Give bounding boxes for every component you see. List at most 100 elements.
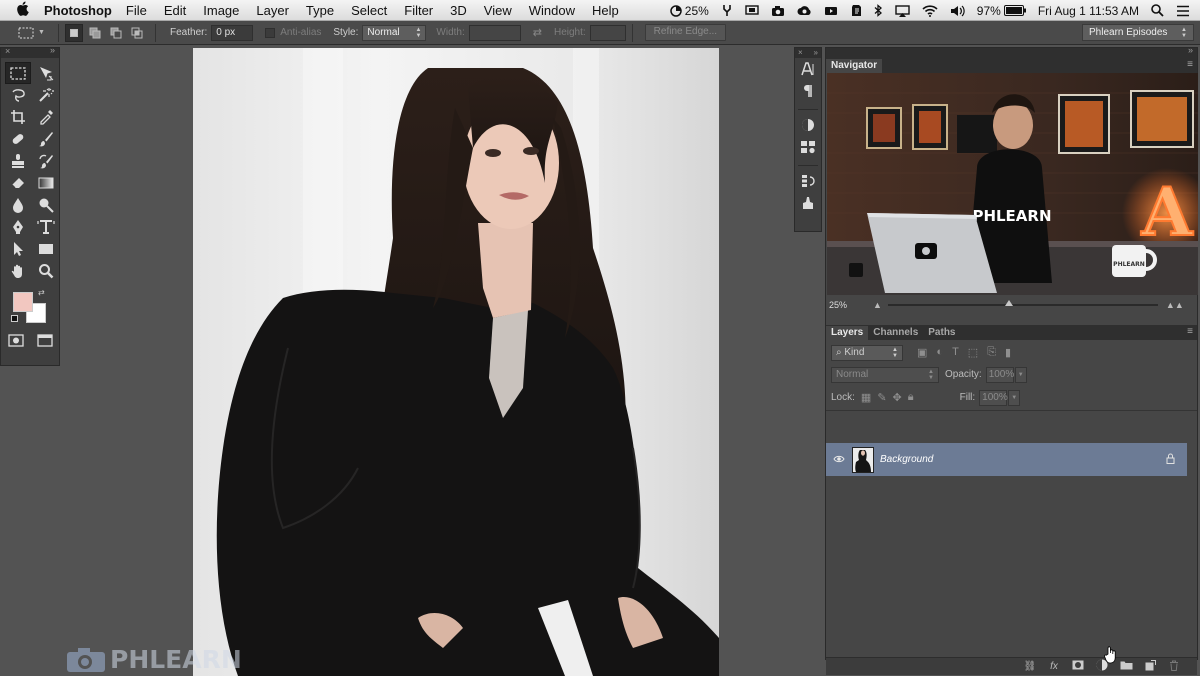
spotlight-search-icon[interactable] <box>1151 4 1164 17</box>
rectangular-marquee-tool[interactable] <box>5 62 31 84</box>
panel-menu-icon[interactable]: ≡ <box>1187 59 1193 70</box>
magic-wand-tool[interactable] <box>33 84 59 106</box>
eraser-tool[interactable] <box>5 172 31 194</box>
notification-center-icon[interactable] <box>1176 5 1190 17</box>
style-dropdown[interactable]: Normal ▲ ▼ <box>362 24 427 41</box>
tools-panel-header[interactable]: × » <box>1 45 59 58</box>
creative-cloud-icon[interactable] <box>797 5 812 16</box>
tab-paths[interactable]: Paths <box>923 326 960 340</box>
horizontal-type-tool[interactable] <box>33 216 59 238</box>
video-icon[interactable] <box>824 5 838 17</box>
fork-icon[interactable] <box>721 4 733 17</box>
menu-file[interactable]: File <box>126 3 147 18</box>
type-layer-filter-icon[interactable]: T <box>952 346 959 359</box>
filter-toggle-icon[interactable]: ▮ <box>1005 346 1011 359</box>
dock-header[interactable]: » <box>826 45 1197 58</box>
height-input[interactable] <box>589 24 626 41</box>
blend-mode-dropdown[interactable]: Normal ▲ ▼ <box>831 366 939 383</box>
spot-healing-brush-tool[interactable] <box>5 128 31 150</box>
tool-preset-picker[interactable]: ▼ <box>6 24 52 42</box>
opacity-chevron-icon[interactable]: ▼ <box>1014 366 1027 383</box>
zoom-out-icon[interactable]: ▲ <box>873 300 882 310</box>
add-layer-mask-icon[interactable] <box>1071 660 1085 673</box>
default-colors-icon[interactable] <box>11 315 18 322</box>
menu-window[interactable]: Window <box>529 3 575 18</box>
eyedropper-tool[interactable] <box>33 106 59 128</box>
delete-layer-icon[interactable] <box>1167 660 1181 674</box>
adjustment-layer-filter-icon[interactable]: ◐ <box>936 346 943 359</box>
refine-edge-button[interactable]: Refine Edge... <box>644 24 727 41</box>
menu-view[interactable]: View <box>484 3 512 18</box>
brush-tool[interactable] <box>33 128 59 150</box>
canvas-area[interactable]: PHLEARN <box>62 47 792 676</box>
link-layers-icon[interactable]: ⛓ <box>1023 661 1037 672</box>
dodge-tool[interactable] <box>33 194 59 216</box>
hand-tool[interactable] <box>5 260 31 282</box>
paragraph-panel-icon[interactable] <box>795 80 821 102</box>
navigator-thumbnail[interactable]: A PHLEARN PHLEARN <box>827 73 1198 295</box>
app-menu-photoshop[interactable]: Photoshop <box>44 3 112 18</box>
new-layer-icon[interactable] <box>1143 659 1157 674</box>
fill-input[interactable]: 100% <box>979 389 1008 406</box>
lock-image-pixels-icon[interactable]: ✎ <box>877 391 886 404</box>
zoom-tool[interactable] <box>33 260 59 282</box>
swap-colors-icon[interactable]: ⇄ <box>38 288 45 297</box>
document-canvas[interactable] <box>193 48 719 676</box>
battery-status[interactable]: 97% <box>977 4 1026 18</box>
evernote-icon[interactable] <box>850 4 862 17</box>
history-panel-icon[interactable] <box>795 170 821 192</box>
blur-tool[interactable] <box>5 194 31 216</box>
layer-row[interactable]: Background <box>826 443 1187 476</box>
wifi-icon[interactable] <box>922 4 938 17</box>
history-brush-tool[interactable] <box>33 150 59 172</box>
anti-alias-checkbox[interactable] <box>265 27 276 38</box>
gradient-tool[interactable] <box>33 172 59 194</box>
feather-input[interactable]: 0 px <box>211 24 254 41</box>
menu-layer[interactable]: Layer <box>256 3 289 18</box>
intersect-selection-button[interactable] <box>128 24 146 42</box>
quick-mask-icon[interactable] <box>7 334 24 350</box>
tab-layers[interactable]: Layers <box>826 326 869 340</box>
clock[interactable]: Fri Aug 1 11:53 AM <box>1038 4 1139 18</box>
lasso-tool[interactable] <box>5 84 31 106</box>
screen-mode-icon[interactable] <box>36 334 53 350</box>
shape-layer-filter-icon[interactable]: ⬚ <box>968 346 978 359</box>
pixel-layer-filter-icon[interactable]: ▣ <box>917 346 927 359</box>
menu-help[interactable]: Help <box>592 3 619 18</box>
camera-icon[interactable] <box>771 5 785 17</box>
volume-icon[interactable] <box>950 5 965 17</box>
strip-header[interactable]: × » <box>795 48 821 58</box>
crop-tool[interactable] <box>5 106 31 128</box>
move-tool[interactable] <box>33 62 59 84</box>
lock-position-icon[interactable]: ✥ <box>893 391 902 404</box>
character-panel-icon[interactable] <box>795 58 821 80</box>
layer-name[interactable]: Background <box>880 454 933 465</box>
tab-channels[interactable]: Channels <box>868 326 923 340</box>
bluetooth-icon[interactable] <box>874 4 883 17</box>
styles-panel-icon[interactable] <box>795 136 821 158</box>
add-layer-style-icon[interactable]: fx <box>1047 661 1061 672</box>
close-icon[interactable]: × <box>5 46 10 56</box>
display-icon[interactable] <box>745 4 759 17</box>
menu-image[interactable]: Image <box>203 3 239 18</box>
visibility-eye-icon[interactable] <box>826 454 852 466</box>
subtract-from-selection-button[interactable] <box>107 24 125 42</box>
fill-chevron-icon[interactable]: ▼ <box>1008 389 1021 406</box>
new-group-icon[interactable] <box>1119 660 1133 673</box>
cpu-meter-icon[interactable]: 25% <box>670 4 709 18</box>
layer-lock-icon[interactable] <box>1166 453 1175 467</box>
adjustments-panel-icon[interactable] <box>795 114 821 136</box>
menu-type[interactable]: Type <box>306 3 334 18</box>
pen-tool[interactable] <box>5 216 31 238</box>
panel-menu-icon[interactable]: ≡ <box>1187 326 1193 337</box>
workspace-switcher[interactable]: Phlearn Episodes ▲ ▼ <box>1082 24 1194 41</box>
rectangle-tool[interactable] <box>33 238 59 260</box>
zoom-value[interactable]: 25% <box>829 300 873 310</box>
menu-filter[interactable]: Filter <box>404 3 433 18</box>
tool-presets-panel-icon[interactable] <box>795 192 821 214</box>
collapse-icon[interactable]: » <box>50 45 55 55</box>
foreground-color-swatch[interactable] <box>13 292 33 312</box>
zoom-in-icon[interactable]: ▲▲ <box>1166 300 1184 310</box>
width-input[interactable] <box>468 24 521 41</box>
menu-3d[interactable]: 3D <box>450 3 467 18</box>
